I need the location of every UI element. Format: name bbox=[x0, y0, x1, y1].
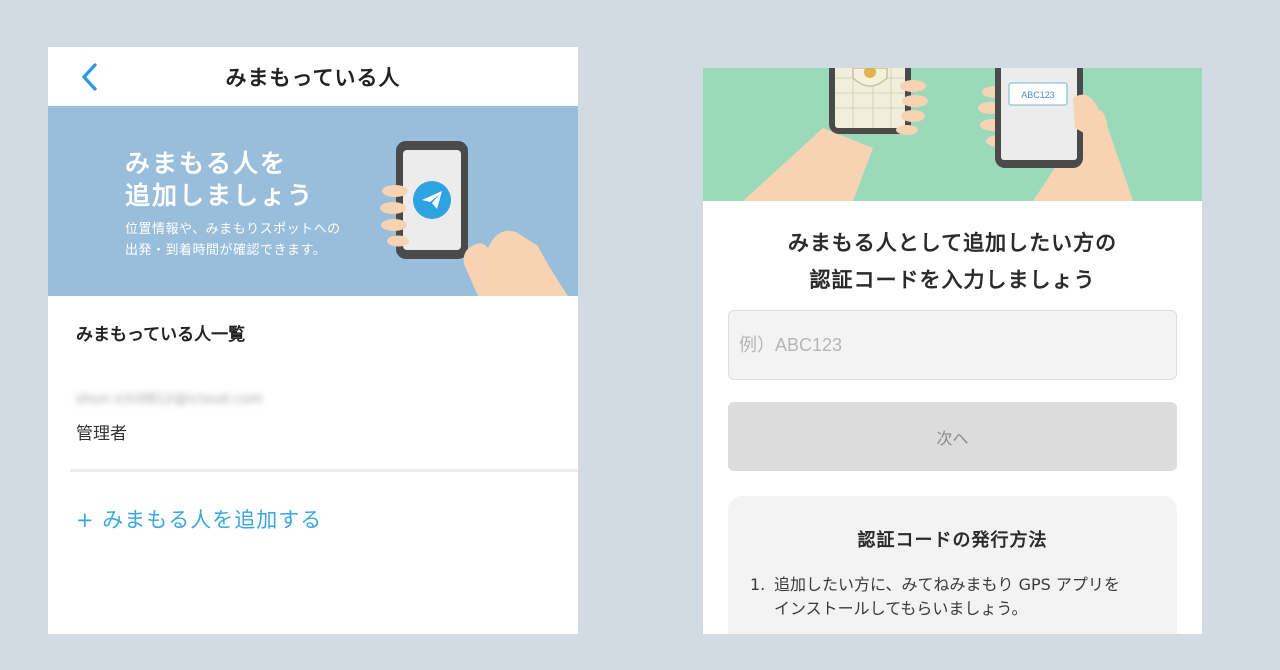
add-watcher-banner[interactable]: みまもる人を 追加しましょう 位置情報や、みまもりスポットへの 出発・到着時間が… bbox=[48, 106, 578, 296]
step-number: 1. bbox=[750, 575, 766, 594]
step-text-line1: 追加したい方に、みてねみまもり GPS アプリを bbox=[774, 575, 1120, 594]
banner-desc-line1: 位置情報や、みまもりスポットへの bbox=[125, 222, 341, 237]
auth-code-screen: ABC123 みまもる人として追加したい方の 認証コードを入力しましょう 次へ … bbox=[703, 68, 1202, 634]
howto-step: 1. 追加したい方に、みてねみまもり GPS アプリを インストールしてもらいま… bbox=[750, 573, 1160, 621]
telegram-icon bbox=[413, 181, 451, 219]
prompt-line2: 認証コードを入力しましょう bbox=[809, 268, 1096, 292]
page-title: みまもっている人 bbox=[225, 66, 401, 90]
watchers-screen: みまもっている人 みまもる人を 追加しましょう 位置情報や、みまもりスポットへの… bbox=[48, 47, 578, 634]
watcher-list-heading: みまもっている人一覧 bbox=[76, 325, 246, 345]
banner-desc-line2: 出発・到着時間が確認できます。 bbox=[125, 243, 327, 258]
add-watcher-link[interactable]: + みまもる人を追加する bbox=[76, 504, 322, 534]
banner-title: みまもる人を 追加しましょう bbox=[125, 148, 314, 212]
howto-card: 認証コードの発行方法 1. 追加したい方に、みてねみまもり GPS アプリを イ… bbox=[728, 496, 1177, 634]
prompt-line1: みまもる人として追加したい方の bbox=[787, 231, 1118, 255]
step-text-line2: インストールしてもらいましょう。 bbox=[774, 599, 1028, 618]
watcher-role: 管理者 bbox=[76, 424, 127, 444]
step-text: 追加したい方に、みてねみまもり GPS アプリを インストールしてもらいましょう… bbox=[774, 573, 1120, 621]
hero-code-label: ABC123 bbox=[1021, 90, 1055, 100]
banner-title-line1: みまもる人を bbox=[125, 149, 288, 178]
two-phones-illustration: ABC123 bbox=[743, 68, 1133, 201]
phone-in-hand-illustration bbox=[380, 141, 568, 296]
nav-bar: みまもっている人 bbox=[48, 47, 578, 106]
code-prompt: みまもる人として追加したい方の 認証コードを入力しましょう bbox=[703, 225, 1202, 299]
auth-code-input[interactable] bbox=[728, 310, 1177, 380]
next-button[interactable]: 次へ bbox=[728, 402, 1177, 471]
banner-title-line2: 追加しましょう bbox=[125, 181, 315, 210]
hero-illustration: ABC123 bbox=[703, 68, 1202, 201]
watcher-email: shun.ichi0812@icloud.com bbox=[76, 392, 264, 407]
howto-title: 認証コードの発行方法 bbox=[857, 530, 1048, 551]
banner-description: 位置情報や、みまもりスポットへの 出発・到着時間が確認できます。 bbox=[125, 219, 341, 261]
divider bbox=[70, 469, 578, 472]
